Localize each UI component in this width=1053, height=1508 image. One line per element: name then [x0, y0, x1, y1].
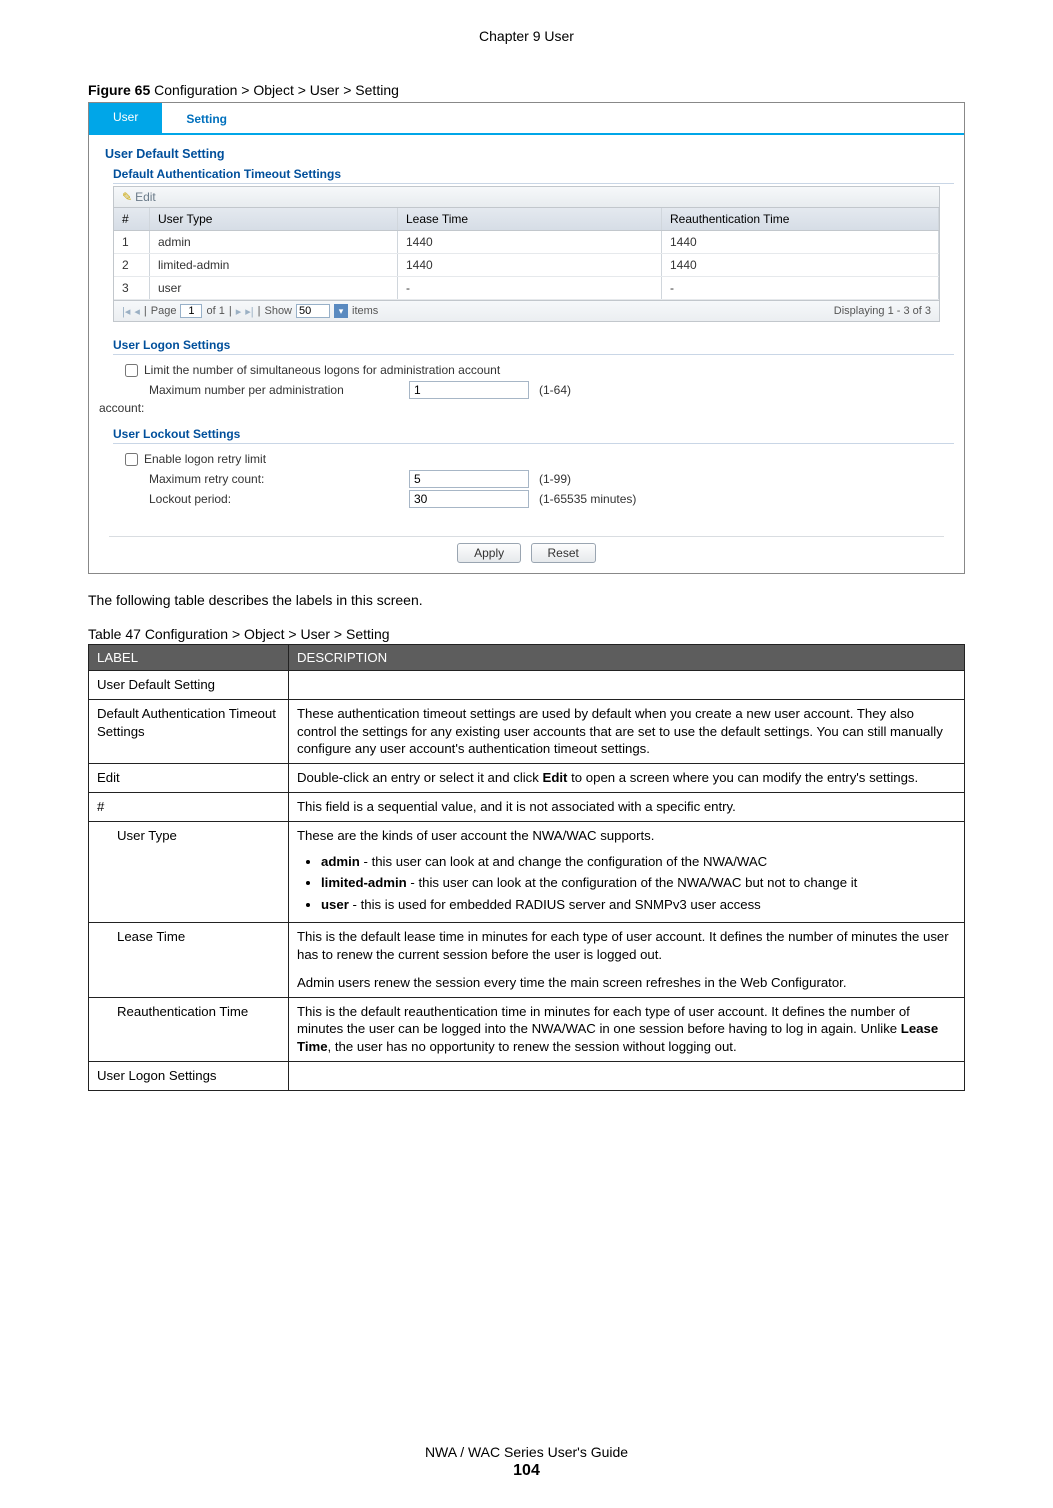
pager-next-icon[interactable]: ▸ [236, 305, 242, 318]
row-desc [289, 1062, 965, 1091]
enable-retry-label: Enable logon retry limit [144, 452, 266, 466]
tab-user[interactable]: User [89, 103, 162, 133]
reset-button[interactable]: Reset [531, 543, 596, 563]
row-label: User Logon Settings [89, 1062, 289, 1091]
row-desc: These authentication timeout settings ar… [289, 699, 965, 763]
max-per-admin-label: Maximum number per administration [149, 383, 409, 397]
grid-header: # User Type Lease Time Reauthentication … [114, 208, 939, 231]
cell-user-type: limited-admin [150, 254, 398, 276]
pager-first-icon[interactable]: |◂ [122, 305, 130, 318]
timeout-grid: ✎Edit # User Type Lease Time Reauthentic… [113, 186, 940, 322]
cell-lease-time: 1440 [398, 254, 662, 276]
page-number: 104 [0, 1462, 1053, 1480]
row-label: Edit [89, 764, 289, 793]
col-header-idx: # [114, 208, 150, 230]
row-label: Reauthentication Time [89, 997, 289, 1061]
pager-last-icon[interactable]: ▸| [245, 305, 253, 318]
section-logon-settings: User Logon Settings [113, 338, 954, 355]
screenshot: User Setting User Default Setting Defaul… [88, 102, 965, 574]
table-row[interactable]: 2 limited-admin 1440 1440 [114, 254, 939, 277]
edit-icon: ✎ [122, 190, 132, 204]
button-bar: Apply Reset [109, 536, 944, 563]
pager-page-input[interactable] [180, 304, 202, 318]
edit-button[interactable]: Edit [135, 190, 156, 204]
cell-reauth-time: - [662, 277, 939, 299]
pager-items-label: items [352, 305, 378, 317]
figure-title: Configuration > Object > User > Setting [150, 82, 399, 98]
pager-display-text: Displaying 1 - 3 of 3 [834, 305, 931, 317]
row-label: Default Authentication Timeout Settings [89, 699, 289, 763]
pager-prev-icon[interactable]: ◂ [134, 305, 140, 318]
tabs-bar: User Setting [89, 103, 964, 135]
cell-lease-time: - [398, 277, 662, 299]
row-label: User Default Setting [89, 671, 289, 700]
account-suffix-label: account: [99, 401, 954, 415]
lockout-period-input[interactable] [409, 490, 529, 508]
row-desc: These are the kinds of user account the … [289, 821, 965, 922]
row-label: User Type [89, 821, 289, 922]
cell-reauth-time: 1440 [662, 254, 939, 276]
cell-idx: 1 [114, 231, 150, 253]
cell-user-type: user [150, 277, 398, 299]
table-row[interactable]: 3 user - - [114, 277, 939, 300]
page-header: Chapter 9 User [0, 0, 1053, 54]
chevron-down-icon[interactable]: ▾ [334, 304, 348, 318]
cell-idx: 2 [114, 254, 150, 276]
row-label: # [89, 793, 289, 822]
max-retry-range: (1-99) [539, 472, 571, 486]
body-paragraph: The following table describes the labels… [88, 592, 965, 608]
guide-title: NWA / WAC Series User's Guide [0, 1444, 1053, 1460]
chapter-title: Chapter 9 User [479, 28, 574, 44]
row-desc: Double-click an entry or select it and c… [289, 764, 965, 793]
pager-page-label: Page [151, 305, 177, 317]
limit-logons-label: Limit the number of simultaneous logons … [144, 363, 500, 377]
pager-show-label: Show [264, 305, 292, 317]
pager-page-total: of 1 [206, 305, 224, 317]
section-auth-timeout: Default Authentication Timeout Settings [113, 167, 954, 184]
doc-table: LABEL DESCRIPTION User Default Setting D… [88, 644, 965, 1091]
limit-logons-checkbox[interactable] [125, 364, 138, 377]
lockout-period-range: (1-65535 minutes) [539, 492, 636, 506]
max-retry-input[interactable] [409, 470, 529, 488]
max-per-admin-input[interactable] [409, 381, 529, 399]
section-lockout-settings: User Lockout Settings [113, 427, 954, 444]
row-desc [289, 671, 965, 700]
enable-retry-checkbox[interactable] [125, 453, 138, 466]
grid-toolbar: ✎Edit [114, 187, 939, 208]
th-label: LABEL [89, 645, 289, 671]
pager-show-input[interactable] [296, 304, 330, 318]
cell-reauth-time: 1440 [662, 231, 939, 253]
lockout-period-label: Lockout period: [149, 492, 409, 506]
max-per-admin-range: (1-64) [539, 383, 571, 397]
section-user-default: User Default Setting [105, 147, 954, 161]
table-row[interactable]: 1 admin 1440 1440 [114, 231, 939, 254]
col-header-user-type: User Type [150, 208, 398, 230]
cell-idx: 3 [114, 277, 150, 299]
row-desc: This is the default lease time in minute… [289, 923, 965, 997]
table-caption: Table 47 Configuration > Object > User >… [88, 626, 965, 642]
figure-number: Figure 65 [88, 82, 150, 98]
max-retry-label: Maximum retry count: [149, 472, 409, 486]
grid-pager: |◂ ◂ | Page of 1 | ▸ ▸| | Show ▾ items [114, 300, 939, 321]
col-header-lease-time: Lease Time [398, 208, 662, 230]
row-desc: This field is a sequential value, and it… [289, 793, 965, 822]
cell-user-type: admin [150, 231, 398, 253]
tab-setting[interactable]: Setting [162, 103, 251, 133]
row-label: Lease Time [89, 923, 289, 997]
apply-button[interactable]: Apply [457, 543, 521, 563]
cell-lease-time: 1440 [398, 231, 662, 253]
col-header-reauth-time: Reauthentication Time [662, 208, 939, 230]
page-footer: NWA / WAC Series User's Guide 104 [0, 1444, 1053, 1480]
figure-caption: Figure 65 Configuration > Object > User … [88, 82, 965, 98]
th-description: DESCRIPTION [289, 645, 965, 671]
row-desc: This is the default reauthentication tim… [289, 997, 965, 1061]
